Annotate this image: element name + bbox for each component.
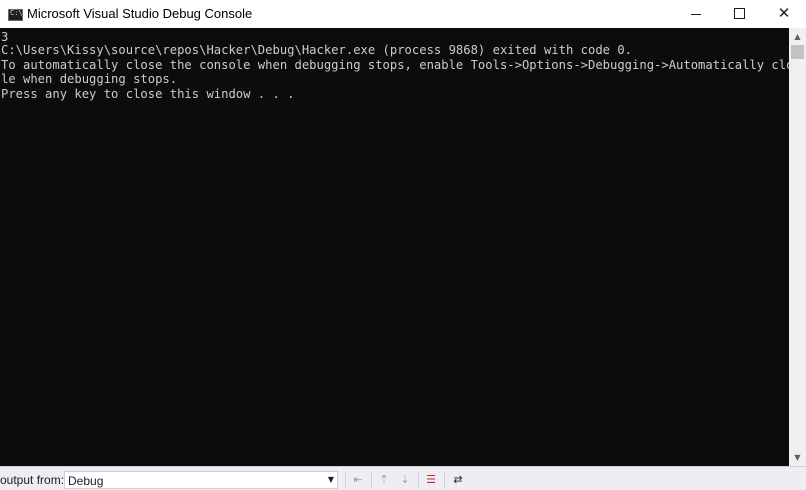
- scroll-down-icon[interactable]: ▼: [789, 449, 806, 466]
- minimize-icon: [691, 14, 701, 15]
- close-icon: ✕: [777, 4, 791, 22]
- console-app-icon: C:\: [8, 9, 23, 21]
- toolbar-separator: [418, 473, 419, 487]
- console-line: le when debugging stops.: [1, 72, 178, 86]
- window-title: Microsoft Visual Studio Debug Console: [27, 6, 253, 21]
- title-bar[interactable]: C:\ Microsoft Visual Studio Debug Consol…: [0, 0, 806, 28]
- previous-message-icon[interactable]: ⇡: [375, 471, 393, 489]
- output-source-value: Debug: [68, 474, 104, 488]
- toolbar-separator: [371, 473, 372, 487]
- scroll-up-icon[interactable]: ▲: [789, 28, 806, 45]
- minimize-button[interactable]: [674, 0, 718, 28]
- chevron-down-icon: ▼: [327, 475, 334, 484]
- output-source-dropdown[interactable]: Debug ▼: [64, 471, 338, 489]
- maximize-button[interactable]: [718, 0, 762, 28]
- next-message-icon[interactable]: ⇣: [396, 471, 414, 489]
- toggle-word-wrap-icon[interactable]: ⇄: [449, 471, 467, 489]
- console-output[interactable]: 3 C:\Users\Kissy\source\repos\Hacker\Deb…: [0, 28, 789, 466]
- scroll-thumb[interactable]: [791, 45, 804, 59]
- toolbar-separator: [345, 473, 346, 487]
- maximize-icon: [734, 8, 745, 19]
- toolbar-separator: [444, 473, 445, 487]
- console-line: C:\Users\Kissy\source\repos\Hacker\Debug…: [1, 43, 633, 57]
- output-from-label: output from:: [0, 473, 65, 487]
- console-app-icon-label: C:\: [10, 9, 23, 17]
- console-line: Press any key to close this window . . .: [1, 87, 295, 101]
- find-message-icon[interactable]: ⇤: [349, 471, 367, 489]
- close-button[interactable]: ✕: [762, 0, 806, 28]
- output-panel-toolbar: output from: Debug ▼ ⇤ ⇡ ⇣ ☰ ⇄: [0, 466, 806, 490]
- clear-all-icon[interactable]: ☰: [422, 471, 440, 489]
- vertical-scrollbar[interactable]: ▲ ▼: [789, 28, 806, 466]
- debug-console-window: C:\ Microsoft Visual Studio Debug Consol…: [0, 0, 806, 470]
- console-line: To automatically close the console when …: [1, 58, 789, 72]
